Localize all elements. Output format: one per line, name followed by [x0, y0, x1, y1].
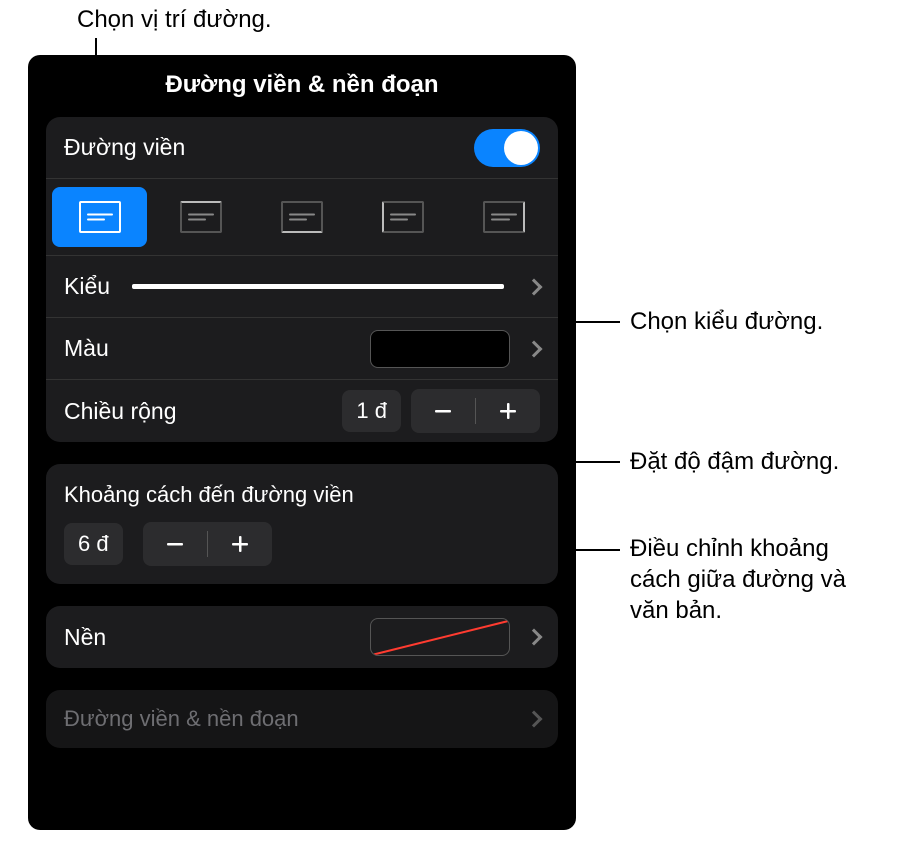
- width-decrement-button[interactable]: [411, 389, 475, 433]
- border-pos-all[interactable]: [52, 187, 147, 247]
- border-pos-top[interactable]: [153, 187, 248, 247]
- style-preview: [132, 284, 504, 289]
- plus-icon: [229, 533, 251, 555]
- callout-offset: Điều chỉnh khoảng cách giữa đường và văn…: [630, 533, 880, 627]
- chevron-right-icon: [526, 278, 543, 295]
- border-all-icon: [79, 201, 121, 233]
- parent-nav-label: Đường viền & nền đoạn: [64, 706, 299, 732]
- border-position-segment: [46, 179, 558, 256]
- minus-icon: [164, 533, 186, 555]
- toggle-knob: [504, 131, 538, 165]
- style-label: Kiểu: [64, 273, 110, 300]
- border-top-icon: [180, 201, 222, 233]
- border-card: Đường viền: [46, 117, 558, 442]
- border-pos-left[interactable]: [356, 187, 451, 247]
- chevron-right-icon: [526, 711, 543, 728]
- width-value[interactable]: 1 đ: [342, 390, 401, 432]
- color-swatch: [370, 330, 510, 368]
- panel-title: Đường viền & nền đoạn: [28, 71, 576, 99]
- plus-icon: [497, 400, 519, 422]
- callout-style: Chọn kiểu đường.: [630, 306, 823, 337]
- chevron-right-icon: [526, 629, 543, 646]
- offset-label: Khoảng cách đến đường viền: [46, 464, 558, 522]
- callout-position: Chọn vị trí đường.: [77, 4, 272, 35]
- background-swatch-none: [370, 618, 510, 656]
- line-color-row[interactable]: Màu: [46, 318, 558, 380]
- offset-value[interactable]: 6 đ: [64, 523, 123, 565]
- border-right-icon: [483, 201, 525, 233]
- border-label: Đường viền: [64, 134, 185, 161]
- chevron-right-icon: [526, 340, 543, 357]
- color-label: Màu: [64, 335, 109, 362]
- offset-stepper: [143, 522, 272, 566]
- minus-icon: [432, 400, 454, 422]
- offset-decrement-button[interactable]: [143, 522, 207, 566]
- parent-nav-row[interactable]: Đường viền & nền đoạn: [46, 690, 558, 748]
- width-label: Chiều rộng: [64, 398, 177, 425]
- border-pos-right[interactable]: [457, 187, 552, 247]
- callout-weight: Đặt độ đậm đường.: [630, 446, 839, 477]
- offset-card: Khoảng cách đến đường viền 6 đ: [46, 464, 558, 584]
- border-toggle[interactable]: [474, 129, 540, 167]
- settings-panel: Đường viền & nền đoạn Đường viền: [28, 55, 576, 830]
- width-stepper: [411, 389, 540, 433]
- border-left-icon: [382, 201, 424, 233]
- offset-increment-button[interactable]: [208, 522, 272, 566]
- background-card: Nền: [46, 606, 558, 668]
- border-pos-bottom[interactable]: [254, 187, 349, 247]
- background-row[interactable]: Nền: [46, 606, 558, 668]
- border-toggle-row: Đường viền: [46, 117, 558, 179]
- border-bottom-icon: [281, 201, 323, 233]
- line-style-row[interactable]: Kiểu: [46, 256, 558, 318]
- background-label: Nền: [64, 624, 106, 651]
- width-increment-button[interactable]: [476, 389, 540, 433]
- line-width-row: Chiều rộng 1 đ: [46, 380, 558, 442]
